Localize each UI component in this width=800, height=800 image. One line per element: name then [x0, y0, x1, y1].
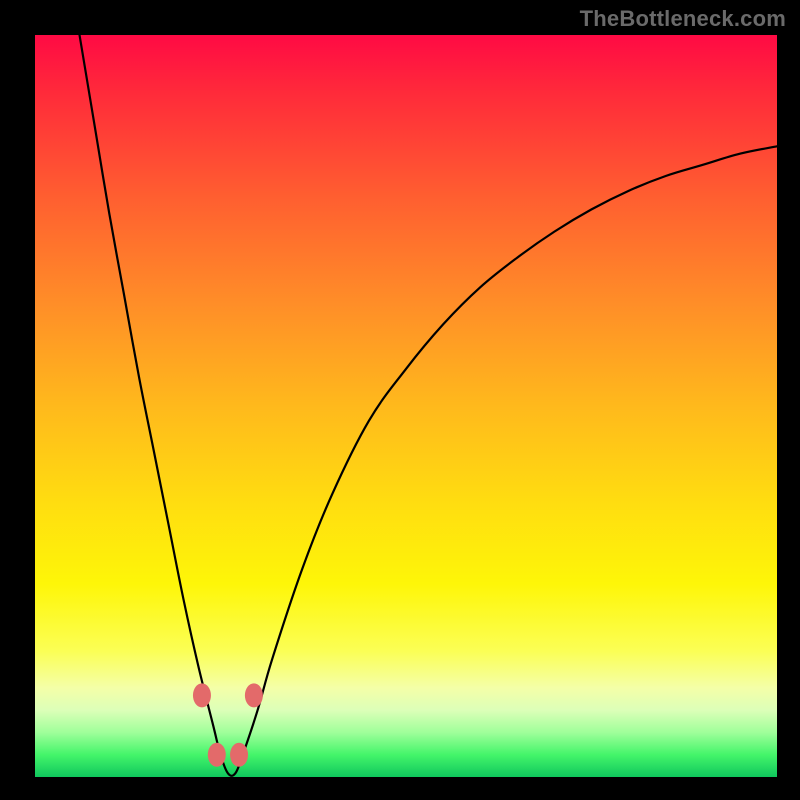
chart-svg [35, 35, 777, 777]
watermark-text: TheBottleneck.com [580, 6, 786, 32]
highlight-dot [245, 683, 263, 707]
highlight-dot [208, 743, 226, 767]
chart-frame: TheBottleneck.com [0, 0, 800, 800]
highlight-dot [230, 743, 248, 767]
bottleneck-curve [80, 35, 777, 776]
highlight-dot [193, 683, 211, 707]
